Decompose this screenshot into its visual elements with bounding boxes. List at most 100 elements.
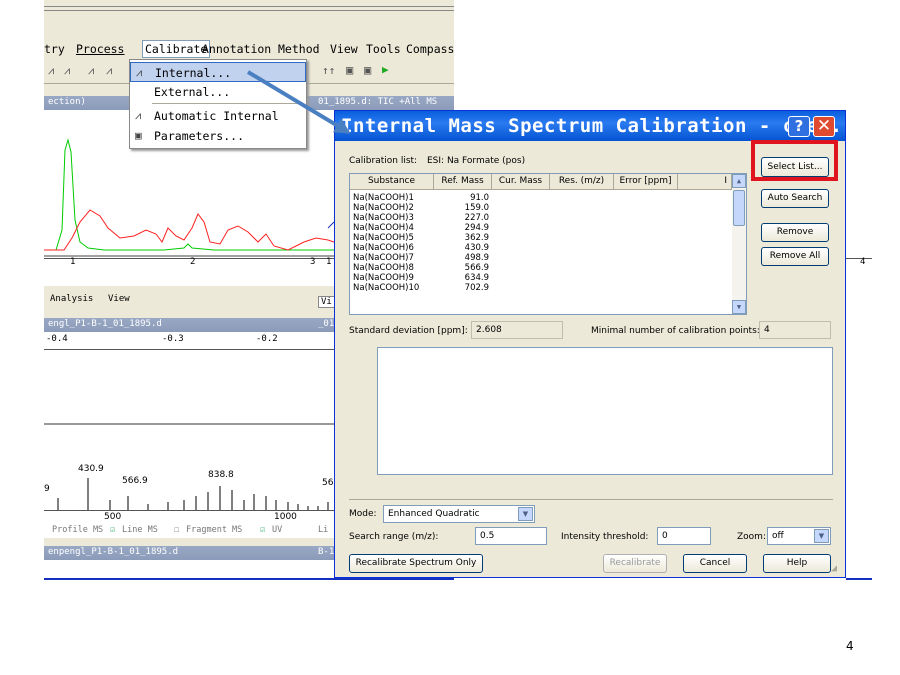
chromatogram-title: ection): [48, 97, 86, 107]
menu-annotation[interactable]: Annotation: [202, 42, 271, 56]
menu-tools[interactable]: Tools: [366, 42, 401, 56]
table-row[interactable]: Na(NaCOOH)7 498.9: [353, 253, 503, 263]
help-icon[interactable]: ?: [788, 116, 810, 137]
tab-view-2[interactable]: Vi: [318, 296, 335, 308]
substance-cell: Na(NaCOOH)2: [353, 203, 414, 213]
option-line[interactable]: Li: [318, 525, 328, 535]
substance-cell: Na(NaCOOH)6: [353, 243, 414, 253]
table-row[interactable]: Na(NaCOOH)10 702.9: [353, 283, 503, 291]
table-row[interactable]: Na(NaCOOH)3 227.0: [353, 213, 503, 223]
mode-label: Mode:: [349, 509, 377, 519]
table-row[interactable]: Na(NaCOOH)8 566.9: [353, 263, 503, 273]
substance-cell: Na(NaCOOH)8: [353, 263, 414, 273]
menu-item-internal[interactable]: ⩘ Internal...: [130, 62, 306, 82]
list-scrollbar[interactable]: ▲ ▼: [732, 174, 746, 314]
option-profile-ms[interactable]: Profile MS: [52, 525, 103, 535]
window-divider: [44, 10, 454, 11]
mode-select[interactable]: Enhanced Quadratic ▼: [383, 505, 535, 523]
menu-item-label: Parameters...: [154, 129, 245, 143]
menu-item-automatic-internal[interactable]: ⩘ Automatic Internal: [130, 106, 306, 126]
menu-view[interactable]: View: [330, 42, 358, 56]
tab-view[interactable]: View: [108, 294, 130, 304]
help-button[interactable]: Help: [763, 554, 831, 573]
mode-value: Enhanced Quadratic: [388, 509, 480, 519]
auto-search-button[interactable]: Auto Search: [761, 189, 829, 208]
tab-analysis[interactable]: Analysis: [50, 294, 93, 304]
peak-tool-icon[interactable]: ⩘: [106, 64, 112, 78]
close-icon[interactable]: ✕: [813, 116, 835, 137]
std-dev-label: Standard deviation [ppm]:: [349, 326, 468, 336]
recalibrate-spectrum-only-button[interactable]: Recalibrate Spectrum Only: [349, 554, 483, 573]
intensity-threshold-input[interactable]: 0: [657, 527, 711, 545]
option-fragment-ms[interactable]: Fragment MS: [186, 525, 242, 535]
table-row[interactable]: Na(NaCOOH)1 91.0: [353, 193, 503, 203]
substance-cell: Na(NaCOOH)10: [353, 283, 420, 291]
menu-calibrate[interactable]: Calibrate: [142, 40, 211, 58]
search-range-input[interactable]: 0.5: [475, 527, 547, 545]
checkbox-icon[interactable]: ☐: [174, 525, 179, 535]
chrom-tick: 2: [190, 257, 196, 267]
cancel-button[interactable]: Cancel: [683, 554, 747, 573]
ref-mass-cell: 566.9: [464, 263, 489, 273]
chevron-down-icon[interactable]: ▼: [814, 529, 829, 543]
option-uv[interactable]: UV: [272, 525, 282, 535]
chrom-tick: 3: [310, 257, 316, 267]
column-header[interactable]: Ref. Mass: [434, 174, 492, 190]
scroll-down-icon[interactable]: ▼: [732, 300, 746, 314]
menu-item-parameters[interactable]: ▣ Parameters...: [130, 126, 306, 146]
checkbox-icon[interactable]: ☑: [260, 525, 265, 535]
peak-label: 838.8: [208, 470, 234, 480]
table-row[interactable]: Na(NaCOOH)2 159.0: [353, 203, 503, 213]
internal-calib-icon: ⩘: [136, 66, 143, 79]
std-dev-field: 2.608: [471, 321, 563, 339]
table-row[interactable]: Na(NaCOOH)4 294.9: [353, 223, 503, 233]
edit-icon[interactable]: ▣: [346, 63, 353, 77]
table-row[interactable]: Na(NaCOOH)5 362.9: [353, 233, 503, 243]
substance-cell: Na(NaCOOH)4: [353, 223, 414, 233]
resize-grip-icon[interactable]: ◢: [831, 563, 837, 574]
ref-mass-cell: 634.9: [464, 273, 489, 283]
peak-tool-icon[interactable]: ⩘: [64, 64, 70, 78]
checkbox-icon[interactable]: ☑: [110, 525, 115, 535]
chromatogram-red-trace: [44, 209, 335, 251]
menu-compass[interactable]: Compass: [406, 42, 454, 56]
search-range-label: Search range (m/z):: [349, 532, 439, 542]
play-icon[interactable]: ▶: [382, 63, 389, 76]
table-row[interactable]: Na(NaCOOH)6 430.9: [353, 243, 503, 253]
dialog-title: Internal Mass Spectrum Calibration - che…: [341, 115, 855, 137]
remove-all-button[interactable]: Remove All: [761, 247, 829, 266]
recalibrate-button[interactable]: Recalibrate: [603, 554, 667, 573]
menu-process[interactable]: Process: [76, 42, 124, 56]
menu-entry[interactable]: try: [44, 42, 65, 56]
scroll-thumb[interactable]: [733, 190, 745, 226]
calibration-list-value: ESI: Na Formate (pos): [427, 156, 526, 166]
option-line-ms[interactable]: Line MS: [122, 525, 158, 535]
column-header[interactable]: Res. (m/z): [550, 174, 614, 190]
scroll-up-icon[interactable]: ▲: [732, 174, 746, 188]
chevron-down-icon[interactable]: ▼: [518, 507, 533, 521]
column-header[interactable]: Substance: [350, 174, 434, 190]
column-header[interactable]: Error [ppm]: [614, 174, 678, 190]
remove-button[interactable]: Remove: [761, 223, 829, 242]
menu-item-external[interactable]: External...: [130, 82, 306, 102]
peak-tool-icon[interactable]: ⩘: [48, 64, 54, 78]
column-header[interactable]: I: [678, 174, 732, 190]
substance-cell: Na(NaCOOH)5: [353, 233, 414, 243]
spectrum2-baseline: [44, 578, 454, 580]
table-row[interactable]: Na(NaCOOH)9 634.9: [353, 273, 503, 283]
edit-icon[interactable]: ▣: [364, 63, 371, 77]
calibration-plot-panel: [377, 347, 833, 475]
peak-tool-icon[interactable]: ⩘: [88, 64, 94, 78]
reference-mass-list[interactable]: Substance Ref. Mass Cur. Mass Res. (m/z)…: [349, 173, 747, 315]
chromatogram-axis-extension: 4: [846, 257, 872, 286]
spectrum-title: engl_P1-B-1_01_1895.d: [48, 319, 162, 329]
ref-mass-cell: 294.9: [464, 223, 489, 233]
column-header[interactable]: Cur. Mass: [492, 174, 550, 190]
ref-mass-cell: 702.9: [464, 283, 489, 291]
intensity-threshold-label: Intensity threshold:: [561, 532, 649, 542]
select-list-highlight: [751, 140, 838, 181]
scale-icon[interactable]: ↑↑: [322, 64, 335, 77]
dialog-title-bar[interactable]: Internal Mass Spectrum Calibration - che…: [335, 111, 854, 141]
menu-method[interactable]: Method: [278, 42, 320, 56]
zoom-select[interactable]: off ▼: [767, 527, 831, 545]
